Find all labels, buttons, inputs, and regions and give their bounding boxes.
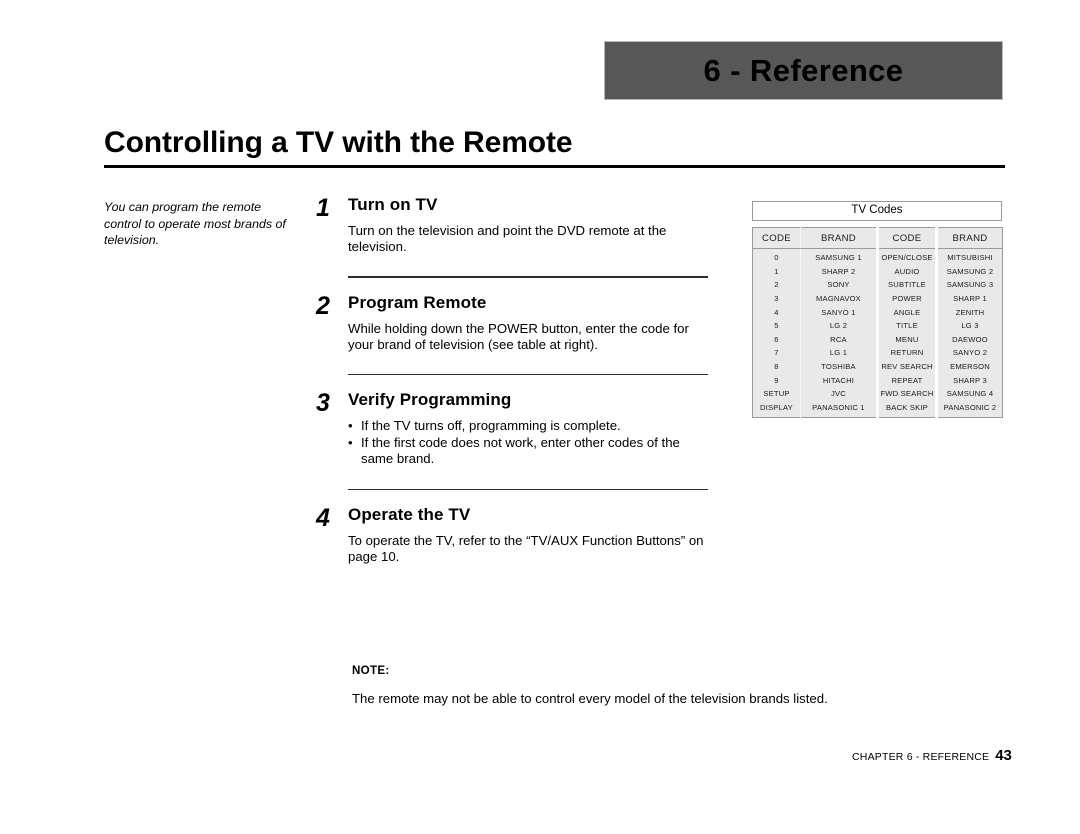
- footer-chapter-label: CHAPTER 6 - REFERENCE: [852, 751, 990, 763]
- table-cell: SAMSUNG 2: [935, 264, 1003, 279]
- table-cell: RETURN: [876, 346, 937, 360]
- table-cell: MENU: [876, 332, 937, 347]
- table-row: 9 HITACHI REPEAT SHARP 3: [752, 373, 1003, 387]
- table-cell: 2: [752, 278, 801, 292]
- step-2-number: 2: [316, 291, 330, 320]
- step-3-bullet-list: If the TV turns off, programming is comp…: [348, 418, 708, 468]
- tv-codes-title: TV Codes: [752, 201, 1002, 221]
- title-underline-rule: [104, 165, 1005, 168]
- table-cell: MITSUBISHI: [935, 248, 1003, 265]
- table-cell: 8: [752, 359, 801, 374]
- table-cell: 0: [752, 248, 801, 265]
- table-row: 7 LG 1 RETURN SANYO 2: [752, 346, 1003, 360]
- table-cell: REV SEARCH: [876, 359, 937, 374]
- chapter-banner: 6 - Reference: [604, 41, 1003, 100]
- table-cell: SHARP 3: [935, 373, 1003, 387]
- steps-column: 1 Turn on TV Turn on the television and …: [316, 196, 710, 565]
- table-header-row: CODE BRAND CODE BRAND: [752, 227, 1003, 249]
- table-cell: SHARP 2: [800, 264, 878, 279]
- tv-codes-body: 0 SAMSUNG 1 OPEN/CLOSE MITSUBISHI 1 SHARP 2 AU…: [752, 248, 1003, 418]
- column-header-brand-2: BRAND: [935, 227, 1003, 249]
- table-cell: LG 3: [935, 318, 1003, 333]
- table-cell: SANYO 1: [800, 305, 878, 319]
- table-cell: 1: [752, 264, 801, 279]
- chapter-banner-label: 6 - Reference: [703, 53, 904, 88]
- step-4-number: 4: [316, 504, 330, 532]
- table-cell: OPEN/CLOSE: [876, 248, 937, 265]
- tv-codes-table: CODE BRAND CODE BRAND 0 SAMSUNG 1 OPEN/CLO…: [752, 227, 1003, 419]
- table-row: 0 SAMSUNG 1 OPEN/CLOSE MITSUBISHI: [752, 248, 1003, 265]
- table-cell: DAEWOO: [935, 332, 1003, 347]
- table-cell: EMERSON: [935, 359, 1003, 374]
- table-cell: POWER: [876, 291, 937, 306]
- side-note: You can program the remote control to op…: [104, 200, 286, 247]
- table-cell: TOSHIBA: [800, 359, 878, 374]
- step-1-body: Turn on the television and point the DVD…: [348, 223, 667, 254]
- table-cell: BACK SKIP: [876, 400, 937, 418]
- step-4-heading: Operate the TV: [348, 505, 471, 524]
- table-cell: 4: [752, 305, 801, 319]
- page-footer: CHAPTER 6 - REFERENCE 43: [852, 747, 1012, 764]
- table-row: 8 TOSHIBA REV SEARCH EMERSON: [752, 359, 1003, 374]
- step-3: 3 Verify Programming If the TV turns off…: [316, 391, 710, 468]
- table-row: DISPLAY PANASONIC 1 BACK SKIP PANASONIC 2: [752, 400, 1003, 418]
- table-cell: JVC: [800, 386, 878, 401]
- table-cell: 5: [752, 318, 801, 333]
- table-cell: DISPLAY: [752, 400, 801, 418]
- table-cell: 7: [752, 346, 801, 360]
- table-cell: 6: [752, 332, 801, 347]
- step-2: 2 Program Remote While holding down the …: [316, 291, 710, 353]
- table-cell: TITLE: [876, 318, 937, 333]
- table-cell: LG 1: [800, 346, 878, 360]
- tv-codes-panel: TV Codes CODE BRAND CODE BRAND 0 SAMSUNG …: [752, 201, 1003, 419]
- table-cell: AUDIO: [876, 264, 937, 279]
- step-4: 4 Operate the TV To operate the TV, refe…: [316, 506, 710, 565]
- footer-page-number: 43: [995, 747, 1012, 764]
- table-cell: MAGNAVOX: [800, 291, 878, 306]
- table-cell: SAMSUNG 1: [800, 248, 878, 265]
- note-text: The remote may not be able to control ev…: [352, 691, 828, 706]
- table-cell: PANASONIC 2: [935, 400, 1003, 418]
- table-cell: ZENITH: [935, 305, 1003, 319]
- table-row: 1 SHARP 2 AUDIO SAMSUNG 2: [752, 264, 1003, 279]
- step-4-body: To operate the TV, refer to the “TV/AUX …: [348, 533, 704, 564]
- column-header-brand-1: BRAND: [800, 227, 878, 249]
- table-cell: PANASONIC 1: [800, 400, 878, 418]
- step-1: 1 Turn on TV Turn on the television and …: [316, 196, 710, 255]
- table-row: 4 SANYO 1 ANGLE ZENITH: [752, 305, 1003, 319]
- column-header-code-1: CODE: [752, 227, 801, 249]
- step-2-body: While holding down the POWER button, ent…: [348, 320, 689, 352]
- table-row: SETUP JVC FWD SEARCH SAMSUNG 4: [752, 386, 1003, 401]
- list-item: If the TV turns off, programming is comp…: [348, 418, 708, 435]
- page-title: Controlling a TV with the Remote: [104, 126, 573, 159]
- list-item: If the first code does not work, enter o…: [348, 435, 708, 468]
- table-cell: SAMSUNG 3: [935, 278, 1003, 292]
- step-3-number: 3: [316, 389, 330, 417]
- table-cell: SONY: [800, 278, 878, 292]
- table-row: 6 RCA MENU DAEWOO: [752, 332, 1003, 347]
- table-cell: SAMSUNG 4: [935, 386, 1003, 401]
- table-cell: 3: [752, 291, 801, 306]
- note-label: NOTE:: [352, 664, 390, 677]
- table-cell: SUBTITLE: [876, 278, 937, 292]
- step-1-number: 1: [316, 194, 330, 222]
- table-cell: SETUP: [752, 386, 801, 401]
- column-header-code-2: CODE: [876, 227, 937, 249]
- table-cell: REPEAT: [876, 373, 937, 387]
- step-3-heading: Verify Programming: [348, 390, 512, 409]
- table-row: 2 SONY SUBTITLE SAMSUNG 3: [752, 278, 1003, 292]
- table-cell: SANYO 2: [935, 346, 1003, 360]
- table-row: 5 LG 2 TITLE LG 3: [752, 318, 1003, 333]
- step-1-heading: Turn on TV: [348, 195, 438, 214]
- table-cell: RCA: [800, 332, 878, 347]
- table-cell: LG 2: [800, 318, 878, 333]
- table-cell: 9: [752, 373, 801, 387]
- table-cell: HITACHI: [800, 373, 878, 387]
- table-cell: SHARP 1: [935, 291, 1003, 306]
- table-cell: FWD SEARCH: [876, 386, 937, 401]
- table-row: 3 MAGNAVOX POWER SHARP 1: [752, 291, 1003, 306]
- table-cell: ANGLE: [876, 305, 937, 319]
- step-2-heading: Program Remote: [348, 292, 487, 312]
